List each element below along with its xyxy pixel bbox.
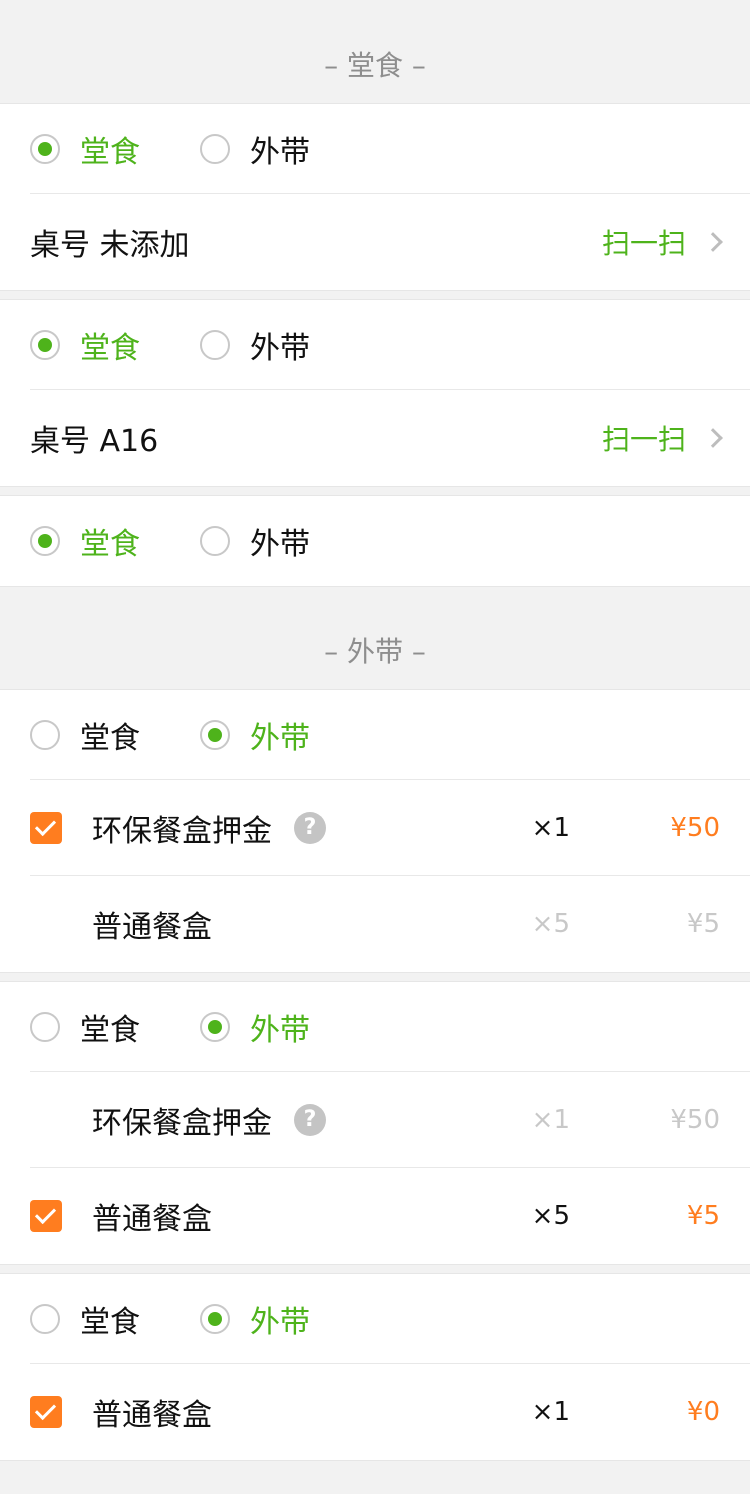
radio-unselected-icon[interactable]	[30, 1011, 60, 1042]
order-type-row: 堂食 外带	[30, 104, 750, 194]
option-label: 堂食	[80, 720, 140, 756]
package-item-row[interactable]: 环保餐盒押金 ? ×1 ¥50	[30, 780, 750, 876]
chevron-right-icon	[703, 232, 723, 252]
table-number-row[interactable]: 桌号 A16 扫一扫	[30, 390, 750, 486]
item-qty: ×5	[531, 909, 570, 939]
takeout-card-2: 堂食 外带 环保餐盒押金 ? ×1 ¥50 普通餐盒 ×5 ¥5	[0, 981, 750, 1265]
radio-selected-icon[interactable]	[200, 719, 230, 750]
radio-selected-icon[interactable]	[30, 329, 60, 360]
option-dine-in[interactable]: 堂食	[30, 300, 140, 389]
dine-in-card-3: 堂食 外带	[0, 495, 750, 587]
table-number-row[interactable]: 桌号 未添加 扫一扫	[30, 194, 750, 290]
radio-unselected-icon[interactable]	[200, 526, 230, 556]
order-type-row: 堂食 外带	[30, 982, 750, 1072]
scan-button[interactable]: 扫一扫	[601, 194, 723, 290]
option-dine-in[interactable]: 堂食	[30, 982, 140, 1071]
option-label: 外带	[250, 720, 310, 756]
option-takeout[interactable]: 外带	[200, 496, 310, 586]
item-price: ¥0	[686, 1397, 720, 1427]
radio-unselected-icon[interactable]	[200, 133, 230, 164]
option-label: 堂食	[80, 1012, 140, 1048]
option-label: 外带	[250, 527, 310, 562]
radio-selected-icon[interactable]	[200, 1011, 230, 1042]
radio-unselected-icon[interactable]	[30, 719, 60, 750]
item-name-text: 普通餐盒	[92, 910, 212, 945]
radio-unselected-icon[interactable]	[200, 329, 230, 360]
radio-selected-icon[interactable]	[200, 1303, 230, 1334]
radio-selected-icon[interactable]	[30, 526, 60, 556]
radio-selected-icon[interactable]	[30, 133, 60, 164]
option-label: 堂食	[80, 134, 140, 170]
checkbox-checked-icon[interactable]	[30, 1396, 62, 1428]
item-name-text: 普通餐盒	[92, 1398, 212, 1433]
item-qty: ×1	[531, 1397, 570, 1427]
item-price: ¥5	[686, 909, 720, 939]
option-takeout[interactable]: 外带	[200, 300, 310, 389]
scan-button[interactable]: 扫一扫	[601, 390, 723, 486]
checkbox-checked-icon[interactable]	[30, 1200, 62, 1232]
item-qty: ×5	[531, 1201, 570, 1231]
order-type-row: 堂食 外带	[30, 1274, 750, 1364]
chevron-right-icon	[703, 428, 723, 448]
help-icon[interactable]: ?	[294, 1103, 326, 1136]
option-takeout[interactable]: 外带	[200, 1274, 310, 1363]
scan-label: 扫一扫	[601, 423, 686, 456]
item-price: ¥50	[670, 812, 720, 843]
option-label: 外带	[250, 134, 310, 170]
option-dine-in[interactable]: 堂食	[30, 104, 140, 193]
package-item-row[interactable]: 普通餐盒 ×1 ¥0	[30, 1364, 750, 1460]
table-number-label: 桌号 未添加	[30, 228, 190, 263]
item-name: 普通餐盒	[92, 876, 212, 972]
option-label: 堂食	[80, 330, 140, 366]
takeout-card-1: 堂食 外带 环保餐盒押金 ? ×1 ¥50 普通餐盒 ×5 ¥5	[0, 689, 750, 973]
package-item-row: 环保餐盒押金 ? ×1 ¥50	[30, 1072, 750, 1168]
item-price: ¥50	[670, 1104, 720, 1135]
option-label: 外带	[250, 1304, 310, 1340]
package-item-row: 普通餐盒 ×5 ¥5	[30, 876, 750, 972]
option-dine-in[interactable]: 堂食	[30, 690, 140, 779]
radio-unselected-icon[interactable]	[30, 1303, 60, 1334]
order-type-row: 堂食 外带	[30, 690, 750, 780]
item-name: 普通餐盒	[92, 1168, 212, 1264]
option-label: 外带	[250, 1012, 310, 1048]
help-icon[interactable]: ?	[294, 811, 326, 844]
section-title-takeout: – 外带 –	[324, 635, 426, 668]
item-name-text: 环保餐盒押金	[92, 813, 272, 849]
dine-in-card-2: 堂食 外带 桌号 A16 扫一扫	[0, 299, 750, 487]
option-label: 堂食	[80, 527, 140, 562]
section-title-dine-in: – 堂食 –	[324, 49, 426, 82]
item-qty: ×1	[531, 1104, 570, 1135]
order-type-row: 堂食 外带	[30, 496, 750, 586]
option-label: 外带	[250, 330, 310, 366]
item-price: ¥5	[686, 1201, 720, 1231]
option-takeout[interactable]: 外带	[200, 982, 310, 1071]
checkbox-checked-icon[interactable]	[30, 811, 62, 844]
item-name-text: 普通餐盒	[92, 1202, 212, 1237]
item-name-text: 环保餐盒押金	[92, 1105, 272, 1141]
option-takeout[interactable]: 外带	[200, 690, 310, 779]
package-item-row[interactable]: 普通餐盒 ×5 ¥5	[30, 1168, 750, 1264]
option-takeout[interactable]: 外带	[200, 104, 310, 193]
scan-label: 扫一扫	[601, 227, 686, 260]
item-name: 普通餐盒	[92, 1364, 212, 1460]
option-dine-in[interactable]: 堂食	[30, 1274, 140, 1363]
order-type-row: 堂食 外带	[30, 300, 750, 390]
dine-in-card-1: 堂食 外带 桌号 未添加 扫一扫	[0, 103, 750, 291]
item-qty: ×1	[531, 812, 570, 843]
option-dine-in[interactable]: 堂食	[30, 496, 140, 586]
item-name: 环保餐盒押金 ?	[92, 780, 326, 875]
option-label: 堂食	[80, 1304, 140, 1340]
takeout-card-3: 堂食 外带 普通餐盒 ×1 ¥0	[0, 1273, 750, 1461]
item-name: 环保餐盒押金 ?	[92, 1072, 326, 1167]
table-number-label: 桌号 A16	[30, 424, 159, 459]
